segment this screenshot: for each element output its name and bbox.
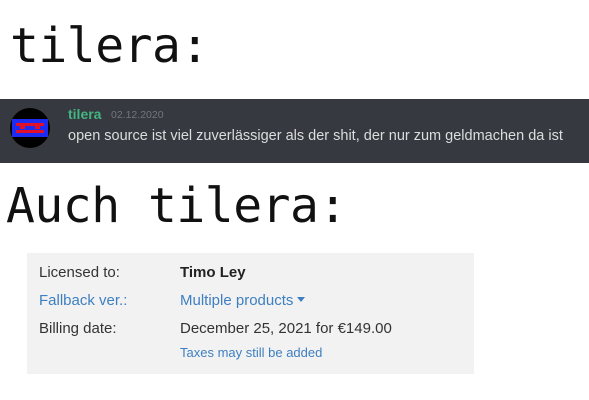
message-text: open source ist viel zuverlässiger als d… — [68, 128, 563, 144]
avatar-icon[interactable] — [10, 108, 50, 148]
billing-date-label: Billing date: — [39, 320, 117, 337]
fallback-label-link[interactable]: Fallback ver.: — [39, 292, 127, 309]
license-info-panel: Licensed to: Timo Ley Fallback ver.: Mul… — [27, 253, 474, 374]
message-username[interactable]: tilera — [68, 106, 101, 122]
billing-date-value: December 25, 2021 for €149.00 — [180, 320, 392, 337]
fallback-value: Multiple products — [180, 292, 294, 309]
chat-message: tilera 02.12.2020 open source ist viel z… — [0, 99, 589, 163]
avatar-eye — [35, 125, 40, 129]
meme-caption-bottom: Auch tilera: — [6, 178, 347, 234]
caret-down-icon — [297, 296, 306, 302]
tax-note-link[interactable]: Taxes may still be added — [180, 345, 322, 360]
fallback-products-dropdown[interactable]: Multiple products — [180, 292, 306, 309]
message-timestamp: 02.12.2020 — [111, 109, 164, 121]
licensed-to-value: Timo Ley — [180, 264, 246, 281]
licensed-to-label: Licensed to: — [39, 264, 120, 281]
avatar-stripe — [16, 130, 44, 133]
meme-caption-top: tilera: — [10, 18, 209, 74]
avatar-eye — [20, 125, 25, 129]
avatar-band — [12, 119, 48, 137]
